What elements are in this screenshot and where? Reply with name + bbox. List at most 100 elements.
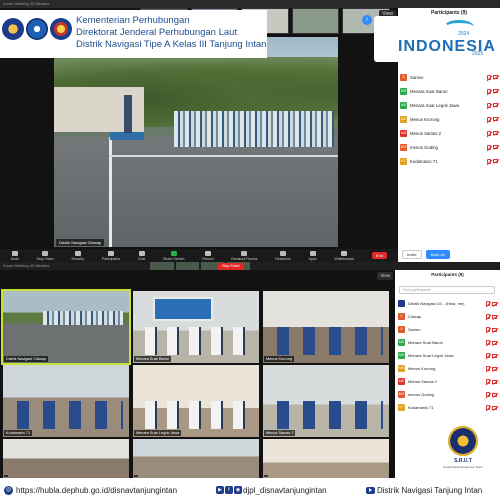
video-off-icon[interactable] (493, 159, 498, 163)
video-tile[interactable]: Kudamanis 71 (3, 365, 129, 437)
end-meeting-button[interactable]: End (371, 252, 387, 259)
mic-muted-icon[interactable] (486, 340, 490, 345)
mic-muted-icon[interactable] (486, 379, 490, 384)
participants-group (139, 327, 253, 355)
participant-row[interactable]: MS Menara Suar Baron (398, 336, 497, 349)
participant-row[interactable]: MK Menus Krorong (398, 362, 497, 375)
record-button[interactable]: Record (202, 250, 214, 261)
avatar: MG (400, 143, 407, 151)
video-off-icon[interactable] (493, 103, 498, 107)
participants-group (139, 401, 253, 429)
stop-video-button[interactable]: Stop Video (36, 250, 54, 261)
website-link[interactable]: ◎ https://hubla.dephub.go.id/disnavtanju… (4, 485, 216, 495)
youtube-play-icon (366, 486, 375, 494)
tile-name: Menus Krorong (264, 356, 294, 362)
security-button[interactable]: Security (71, 250, 84, 261)
window-title: Zoom Meeting 40 Minutes (0, 0, 500, 8)
reactions-button[interactable]: Reactions (275, 250, 291, 261)
mic-muted-icon[interactable] (487, 102, 491, 108)
apps-button[interactable]: Apps (309, 250, 317, 261)
meeting-toolbar: Mute Stop Video Security Participants Ch… (0, 249, 398, 262)
share-screen-button[interactable]: Share Screen (163, 250, 184, 261)
invite-button[interactable]: Invite (402, 250, 422, 259)
video-tile[interactable]: Distrik Navigasi Cilacap (1, 289, 131, 365)
participants-title: Participants (9) (431, 272, 464, 277)
view-button[interactable]: View (377, 272, 393, 280)
footer-bar: ◎ https://hubla.dephub.go.id/disnavtanju… (0, 478, 500, 502)
participant-row[interactable]: K7 Kudamanis 71 (400, 154, 498, 168)
organization-header: Kementerian Perhubungan Direktorat Jende… (0, 10, 267, 58)
participant-search-input[interactable]: Find participants (399, 286, 495, 294)
video-tile[interactable]: Menus Samas 2 (263, 365, 389, 437)
ceremony-leader (124, 95, 132, 133)
video-off-icon[interactable] (492, 301, 497, 306)
participant-row[interactable]: Distrik Navigasi Cil... (Host, me) (398, 297, 497, 310)
next-page-icon[interactable]: › (362, 15, 372, 25)
mic-muted-icon[interactable] (486, 301, 490, 306)
participant-row[interactable]: MS Menara Suar Baron (400, 84, 498, 98)
video-off-icon[interactable] (493, 75, 498, 79)
video-off-icon[interactable] (492, 327, 497, 332)
mic-muted-icon[interactable] (486, 392, 490, 397)
video-off-icon[interactable] (492, 340, 497, 345)
participant-row[interactable]: MK Menus Krorong (400, 112, 498, 126)
video-off-icon[interactable] (492, 314, 497, 319)
mic-muted-icon[interactable] (486, 327, 490, 332)
video-name-label: Distrik Navigasi Cilacap (56, 239, 105, 246)
mic-muted-icon[interactable] (487, 130, 491, 136)
video-off-icon[interactable] (492, 405, 497, 410)
mic-muted-icon[interactable] (486, 366, 490, 371)
participant-row[interactable]: MS Menus Samas 2 (400, 126, 498, 140)
video-off-icon[interactable] (493, 145, 498, 149)
video-off-icon[interactable] (492, 379, 497, 384)
avatar: MK (400, 115, 407, 123)
mic-muted-icon[interactable] (487, 144, 491, 150)
mic-muted-icon[interactable] (486, 353, 490, 358)
video-off-icon[interactable] (492, 366, 497, 371)
stop-share-button[interactable]: Stop Share (218, 263, 244, 270)
video-off-icon[interactable] (493, 131, 498, 135)
chat-button[interactable]: Chat (138, 250, 145, 261)
tile-name: Menus Samas 2 (264, 430, 296, 436)
assembled-staff (174, 111, 334, 147)
mic-muted-icon[interactable] (487, 74, 491, 80)
youtube-icon: ▶ (216, 486, 224, 494)
mute-all-button[interactable]: Mute All (425, 250, 450, 259)
srut-name: S.R.U.T (454, 458, 472, 464)
participant-row[interactable]: MG menus Goding (398, 388, 497, 401)
video-off-icon[interactable] (493, 117, 498, 121)
thumbnail[interactable] (291, 8, 340, 34)
participant-row[interactable]: MS Menara Suar Legok Jawa (398, 349, 497, 362)
video-off-icon[interactable] (492, 392, 497, 397)
mic-muted-icon[interactable] (487, 88, 491, 94)
mic-muted-icon[interactable] (487, 116, 491, 122)
video-tile[interactable] (3, 439, 129, 478)
breakout-rooms-button[interactable]: Breakout Rooms (231, 250, 257, 261)
avatar: K7 (400, 157, 407, 165)
video-off-icon[interactable] (492, 353, 497, 358)
participants-button[interactable]: Participants (102, 250, 120, 261)
indonesia-logo: 2024 2025 INDONESIA (374, 16, 498, 62)
mic-muted-icon[interactable] (486, 314, 490, 319)
mute-button[interactable]: Mute (11, 250, 19, 261)
video-tile[interactable]: Menara Suar Legok Jawa (133, 365, 259, 437)
mic-muted-icon[interactable] (487, 158, 491, 164)
youtube-channel-link[interactable]: Distrik Navigasi Tanjung Intan (366, 486, 482, 495)
mic-muted-icon[interactable] (486, 405, 490, 410)
hubla-logo-icon (26, 18, 48, 40)
participant-row[interactable]: MS Menus Samas 2 (398, 375, 497, 388)
participant-row[interactable]: MG menus Goding (400, 140, 498, 154)
video-tile[interactable]: Menara Suar Baron (133, 291, 259, 363)
participant-row[interactable]: S Sanino (398, 323, 497, 336)
whiteboards-button[interactable]: Whiteboards (334, 250, 354, 261)
social-link[interactable]: ▶ f ◉ djpl_disnavtanjungintan (216, 486, 366, 495)
participant-row[interactable]: K7 Kudamanis 71 (398, 401, 497, 414)
video-off-icon[interactable] (493, 89, 498, 93)
video-tile[interactable] (133, 439, 259, 478)
video-tile[interactable]: Menus Krorong (263, 291, 389, 363)
video-tile[interactable] (263, 439, 389, 478)
participant-row[interactable]: C Cilacap (398, 310, 497, 323)
participant-row[interactable]: S Sanino (400, 70, 498, 84)
podium (110, 132, 144, 140)
participant-row[interactable]: MS Menara Suar Legok Jawa (400, 98, 498, 112)
